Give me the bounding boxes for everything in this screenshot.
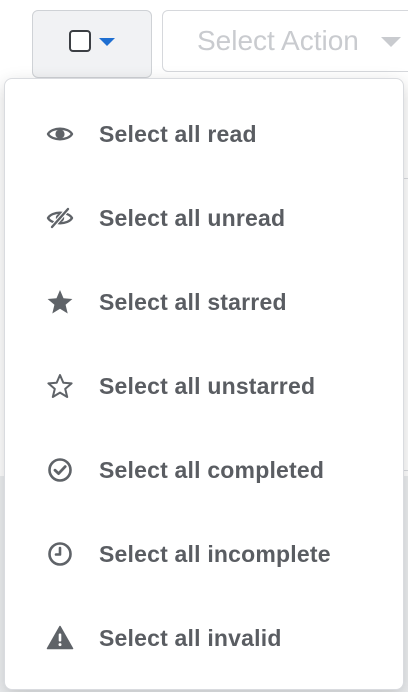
chevron-down-icon: [380, 37, 401, 47]
menu-item-label: Select all completed: [99, 456, 325, 483]
select-action-dropdown[interactable]: Select Action: [162, 10, 408, 72]
menu-item-select-all-invalid[interactable]: Select all invalid: [5, 596, 403, 680]
menu-item-label: Select all incomplete: [99, 540, 331, 567]
menu-item-select-all-read[interactable]: Select all read: [5, 92, 403, 176]
eye-slash-icon: [45, 203, 75, 233]
warning-icon: [45, 623, 75, 653]
select-all-dropdown-toggle[interactable]: [32, 10, 152, 78]
chevron-down-icon: [99, 38, 115, 46]
select-filter-menu: Select all read Select all unread Select…: [4, 78, 404, 690]
menu-item-label: Select all unstarred: [99, 372, 316, 399]
menu-item-label: Select all invalid: [99, 624, 282, 651]
menu-item-select-all-unread[interactable]: Select all unread: [5, 176, 403, 260]
menu-item-label: Select all unread: [99, 204, 286, 231]
check-circle-icon: [45, 455, 75, 485]
select-action-label: Select Action: [197, 25, 359, 56]
clock-icon: [45, 539, 75, 569]
screen: Select Action Select all read Select all…: [0, 0, 408, 692]
menu-item-select-all-starred[interactable]: Select all starred: [5, 260, 403, 344]
menu-item-label: Select all read: [99, 120, 257, 147]
star-filled-icon: [45, 287, 75, 317]
eye-icon: [45, 119, 75, 149]
menu-item-select-all-completed[interactable]: Select all completed: [5, 428, 403, 512]
select-all-checkbox[interactable]: [69, 30, 91, 52]
menu-item-select-all-incomplete[interactable]: Select all incomplete: [5, 512, 403, 596]
menu-item-label: Select all starred: [99, 288, 287, 315]
menu-item-select-all-unstarred[interactable]: Select all unstarred: [5, 344, 403, 428]
star-outline-icon: [45, 371, 75, 401]
